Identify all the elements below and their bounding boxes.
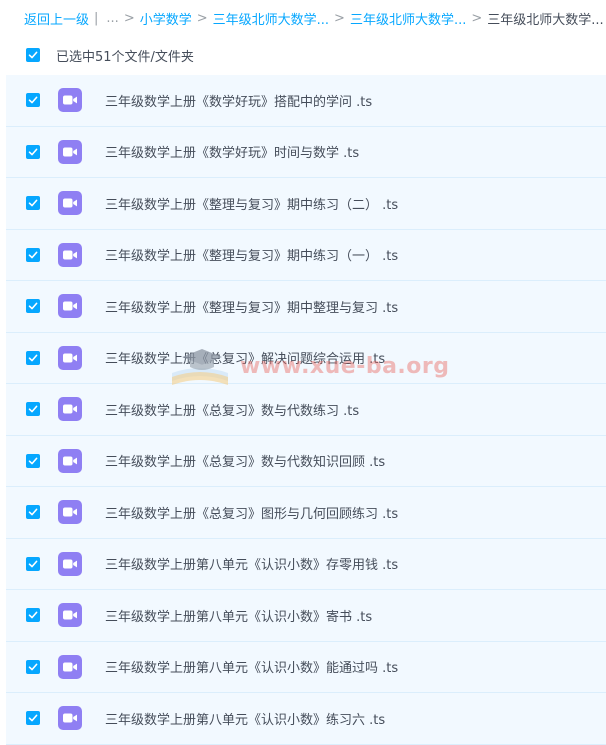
file-name[interactable]: 三年级数学上册《整理与复习》期中练习（一） .ts <box>105 245 398 264</box>
file-row[interactable]: 三年级数学上册《整理与复习》期中练习（二） .ts <box>6 178 606 230</box>
video-file-icon <box>58 191 82 216</box>
checkmark-icon <box>28 611 38 619</box>
file-checkbox[interactable] <box>26 247 40 262</box>
file-row[interactable]: 三年级数学上册《整理与复习》期中整理与复习 .ts <box>6 281 606 333</box>
file-list: 三年级数学上册《数学好玩》搭配中的学问 .ts 三年级数学上册《数学好玩》时间与数… <box>6 75 606 745</box>
file-row[interactable]: 三年级数学上册《总复习》数与代数知识回顾 .ts <box>6 435 606 487</box>
file-checkbox[interactable] <box>26 144 40 159</box>
breadcrumb-ellipsis[interactable]: ... <box>106 11 118 26</box>
checkmark-icon <box>28 508 38 516</box>
video-camera-icon <box>63 250 77 260</box>
file-name[interactable]: 三年级数学上册《整理与复习》期中练习（二） .ts <box>105 194 398 213</box>
file-name[interactable]: 三年级数学上册第八单元《认识小数》能通过吗 .ts <box>105 657 398 676</box>
breadcrumb-item[interactable]: 三年级北师大数学... <box>350 9 466 28</box>
video-camera-icon <box>63 662 77 672</box>
checkmark-icon <box>28 251 38 259</box>
file-row[interactable]: 三年级数学上册第八单元《认识小数》存零用钱 .ts <box>6 538 606 590</box>
video-file-icon <box>58 500 82 525</box>
breadcrumb-chevron-icon: > <box>471 10 483 26</box>
checkmark-icon <box>28 663 38 671</box>
file-checkbox[interactable] <box>26 196 40 211</box>
file-row[interactable]: 三年级数学上册《数学好玩》搭配中的学问 .ts <box>6 75 606 127</box>
file-checkbox[interactable] <box>26 453 40 468</box>
file-name[interactable]: 三年级数学上册第八单元《认识小数》寄书 .ts <box>105 606 372 625</box>
file-checkbox[interactable] <box>26 299 40 314</box>
breadcrumb-chevron-icon: > <box>196 10 208 26</box>
file-checkbox[interactable] <box>26 505 40 520</box>
select-all-checkbox[interactable] <box>26 48 40 62</box>
checkmark-icon <box>28 560 38 568</box>
breadcrumb: 返回上一级 | ... > 小学数学 > 三年级北师大数学... > 三年级北师… <box>0 0 606 36</box>
video-camera-icon <box>63 610 77 620</box>
file-name[interactable]: 三年级数学上册《数学好玩》时间与数学 .ts <box>105 142 359 161</box>
file-name[interactable]: 三年级数学上册《总复习》数与代数练习 .ts <box>105 400 359 419</box>
video-file-icon <box>58 654 82 679</box>
file-row[interactable]: 三年级数学上册《总复习》数与代数练习 .ts <box>6 384 606 436</box>
video-camera-icon <box>63 404 77 414</box>
video-camera-icon <box>63 353 77 363</box>
file-checkbox[interactable] <box>26 711 40 726</box>
checkmark-icon <box>28 51 38 59</box>
checkmark-icon <box>28 96 38 104</box>
video-file-icon <box>58 294 82 319</box>
file-name[interactable]: 三年级数学上册《数学好玩》搭配中的学问 .ts <box>105 91 372 110</box>
file-checkbox[interactable] <box>26 93 40 108</box>
video-file-icon <box>58 88 82 113</box>
breadcrumb-divider: | <box>94 10 99 26</box>
breadcrumb-chevron-icon: > <box>123 10 135 26</box>
video-file-icon <box>58 345 82 370</box>
selection-bar: 已选中51个文件/文件夹 <box>0 36 606 74</box>
video-file-icon <box>58 603 82 628</box>
file-checkbox[interactable] <box>26 350 40 365</box>
breadcrumb-chevron-icon: > <box>334 10 345 26</box>
video-camera-icon <box>63 95 77 105</box>
video-file-icon <box>58 397 82 422</box>
selection-count-label: 已选中51个文件/文件夹 <box>56 49 194 65</box>
video-file-icon <box>58 551 82 576</box>
video-camera-icon <box>63 198 77 208</box>
checkmark-icon <box>28 457 38 465</box>
file-row[interactable]: 三年级数学上册《整理与复习》期中练习（一） .ts <box>6 229 606 281</box>
breadcrumb-item[interactable]: 三年级北师大数学... <box>213 9 329 28</box>
video-camera-icon <box>63 713 77 723</box>
video-file-icon <box>58 242 82 267</box>
file-checkbox[interactable] <box>26 402 40 417</box>
file-name[interactable]: 三年级数学上册第八单元《认识小数》练习六 .ts <box>105 709 385 728</box>
file-name[interactable]: 三年级数学上册《整理与复习》期中整理与复习 .ts <box>105 297 398 316</box>
checkmark-icon <box>28 405 38 413</box>
file-row[interactable]: 三年级数学上册《数学好玩》时间与数学 .ts <box>6 126 606 178</box>
file-name[interactable]: 三年级数学上册第八单元《认识小数》存零用钱 .ts <box>105 554 398 573</box>
breadcrumb-item[interactable]: 小学数学 <box>140 9 192 28</box>
breadcrumb-current: 三年级北师大数学... <box>487 12 604 28</box>
video-camera-icon <box>63 456 77 466</box>
checkmark-icon <box>28 199 38 207</box>
file-name[interactable]: 三年级数学上册《总复习》数与代数知识回顾 .ts <box>105 451 385 470</box>
file-row[interactable]: 三年级数学上册《总复习》解决问题综合运用 .ts <box>6 332 606 384</box>
back-button[interactable]: 返回上一级 <box>24 9 89 28</box>
video-file-icon <box>58 448 82 473</box>
video-file-icon <box>58 139 82 164</box>
file-name[interactable]: 三年级数学上册《总复习》解决问题综合运用 .ts <box>105 348 385 367</box>
file-checkbox[interactable] <box>26 556 40 571</box>
video-camera-icon <box>63 301 77 311</box>
video-camera-icon <box>63 507 77 517</box>
checkmark-icon <box>28 302 38 310</box>
file-row[interactable]: 三年级数学上册第八单元《认识小数》能通过吗 .ts <box>6 641 606 693</box>
file-row[interactable]: 三年级数学上册《总复习》图形与几何回顾练习 .ts <box>6 487 606 539</box>
file-checkbox[interactable] <box>26 608 40 623</box>
checkmark-icon <box>28 714 38 722</box>
video-camera-icon <box>63 147 77 157</box>
file-name[interactable]: 三年级数学上册《总复习》图形与几何回顾练习 .ts <box>105 503 398 522</box>
checkmark-icon <box>28 354 38 362</box>
file-row[interactable]: 三年级数学上册第八单元《认识小数》寄书 .ts <box>6 590 606 642</box>
file-row[interactable]: 三年级数学上册第八单元《认识小数》练习六 .ts <box>6 693 606 745</box>
checkmark-icon <box>28 148 38 156</box>
video-camera-icon <box>63 559 77 569</box>
file-checkbox[interactable] <box>26 659 40 674</box>
video-file-icon <box>58 706 82 731</box>
